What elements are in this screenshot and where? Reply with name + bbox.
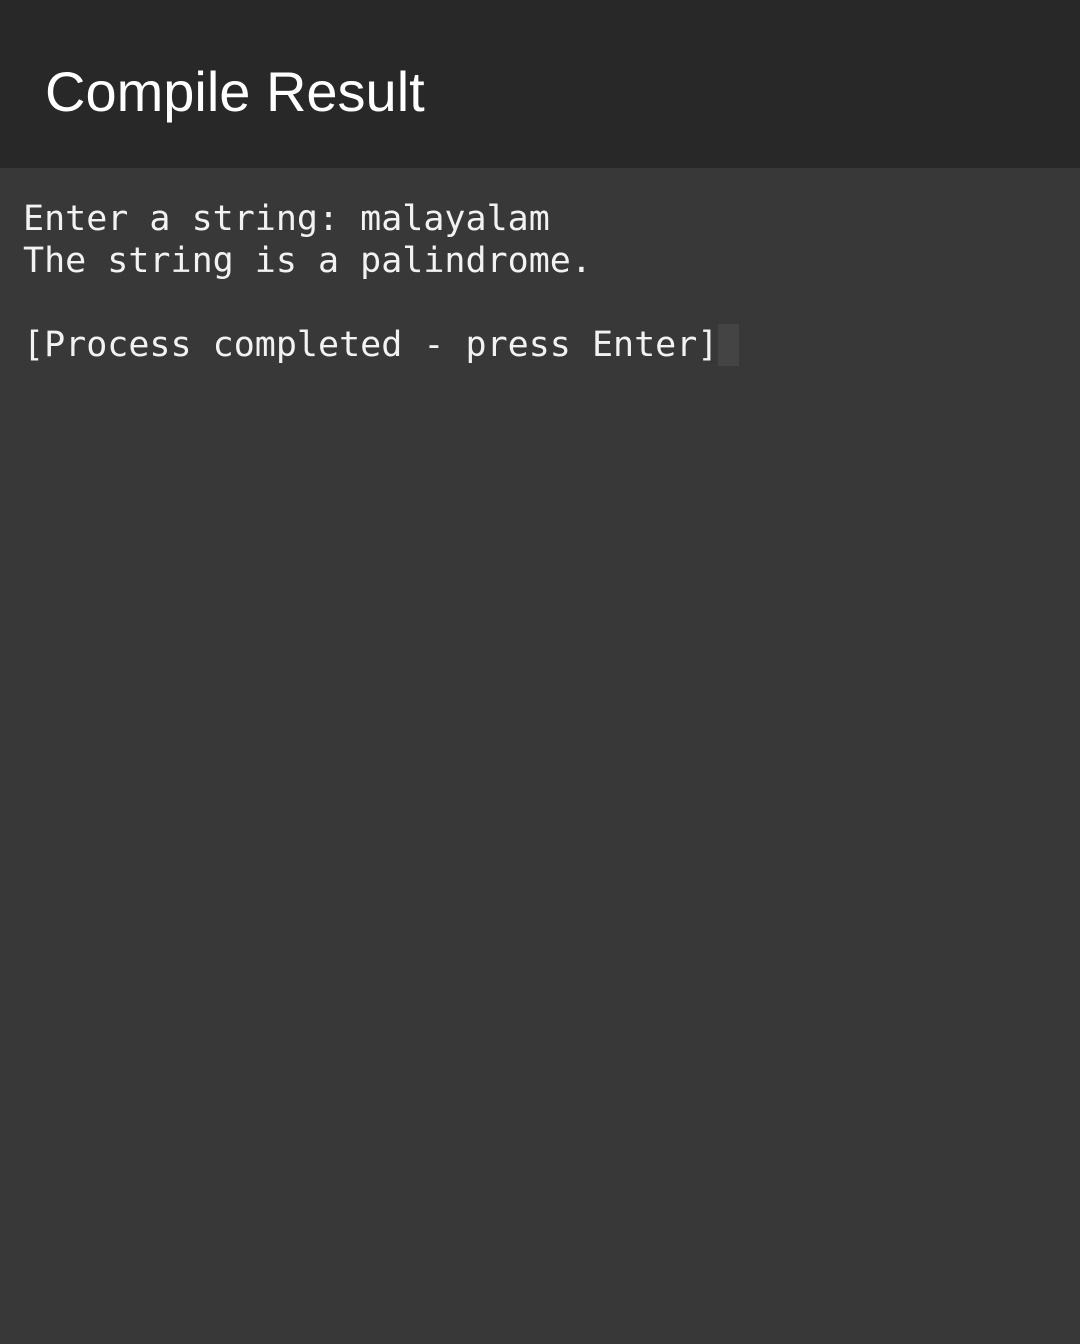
terminal-cursor [718,324,740,366]
terminal-line-prompt: Enter a string: malayalam [23,199,550,239]
terminal-output[interactable]: Enter a string: malayalam The string is … [0,168,1080,1344]
app-bar: Compile Result [0,0,1080,168]
terminal-line-result: The string is a palindrome. [23,241,592,281]
terminal-line-status: [Process completed - press Enter] [23,324,740,366]
compile-result-screen: Compile Result Enter a string: malayalam… [0,0,1080,1344]
process-completed-text: [Process completed - press Enter] [23,325,719,365]
page-title: Compile Result [45,60,425,123]
